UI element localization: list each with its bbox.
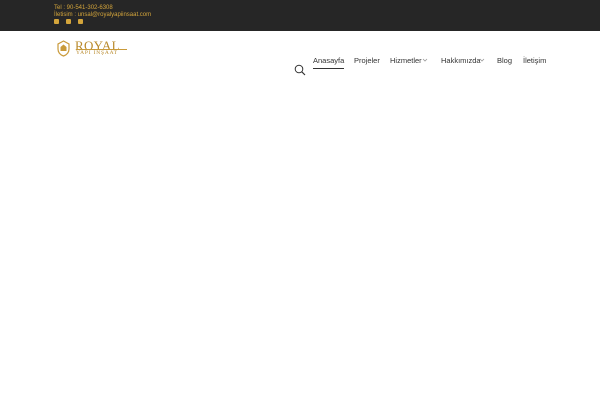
nav-item-hizmetler[interactable]: Hizmetler [390, 56, 422, 68]
linkedin-icon[interactable] [78, 19, 83, 24]
nav-item-anasayfa[interactable]: Anasayfa [313, 56, 345, 69]
nav-item-hakkimizda[interactable]: Hakkımızda [441, 56, 481, 68]
contact-email[interactable]: İletisim : unsal@royalyapiinsaat.com [54, 11, 151, 19]
social-links [54, 19, 83, 25]
nav-item-blog[interactable]: Blog [497, 56, 512, 68]
logo-subtitle: YAPI İNŞAAT [76, 50, 118, 56]
logo-emblem-icon [57, 40, 70, 57]
nav-item-iletisim[interactable]: İletişim [523, 56, 546, 68]
site-logo[interactable]: ROYAL YAPI İNŞAAT [55, 38, 127, 58]
nav-item-projeler[interactable]: Projeler [354, 56, 380, 68]
twitter-icon[interactable] [66, 19, 71, 24]
chevron-down-icon[interactable] [479, 57, 485, 63]
search-icon[interactable] [294, 64, 306, 76]
chevron-down-icon[interactable] [422, 57, 428, 63]
facebook-icon[interactable] [54, 19, 59, 24]
top-bar: Tel : 90-541-302-6308 İletisim : unsal@r… [0, 0, 600, 31]
